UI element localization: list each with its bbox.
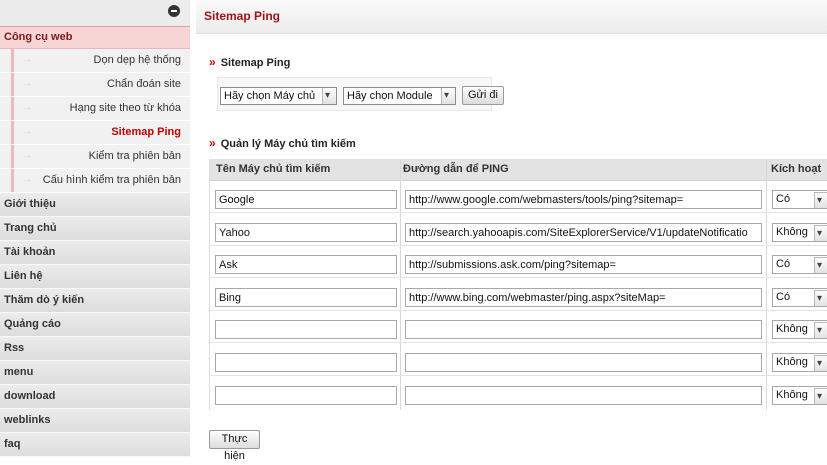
engine-active-select[interactable]: Có	[772, 288, 827, 307]
sidebar-item-weblinks[interactable]: weblinks	[0, 409, 190, 433]
row-divider	[210, 245, 827, 246]
sidebar-item-menu[interactable]: menu	[0, 361, 190, 385]
row-divider	[210, 375, 827, 376]
sidebar-item-site-diagnosis[interactable]: → Chẩn đoán site	[0, 73, 190, 97]
arrow-right-icon: →	[22, 174, 32, 185]
collapse-icon[interactable]	[168, 5, 180, 17]
chevron-down-icon	[814, 388, 827, 404]
sidebar-item-contact[interactable]: Liên hệ	[0, 265, 190, 289]
row-divider	[210, 342, 827, 343]
chevron-down-icon	[322, 88, 336, 104]
search-engine-table: Tên Máy chủ tìm kiếm Đường dẫn để PING K…	[209, 159, 827, 410]
double-arrow-icon: »	[209, 55, 216, 69]
column-header-name: Tên Máy chủ tìm kiếm	[216, 163, 331, 175]
double-arrow-icon: »	[209, 136, 216, 150]
engine-url-input[interactable]	[405, 353, 762, 372]
execute-button[interactable]: Thực hiện	[209, 430, 260, 462]
sidebar-item-faq[interactable]: faq	[0, 433, 190, 457]
sidebar-item-keyword-rank[interactable]: → Hạng site theo từ khóa	[0, 97, 190, 121]
engine-name-input[interactable]	[215, 320, 397, 339]
arrow-right-icon: →	[22, 150, 32, 161]
sidebar-item-indicator	[11, 145, 14, 168]
sidebar-item-sitemap-ping[interactable]: → Sitemap Ping	[0, 121, 190, 145]
engine-active-select[interactable]: Không	[772, 386, 827, 405]
chevron-down-icon	[441, 88, 455, 104]
row-divider	[210, 310, 827, 311]
engine-name-input[interactable]	[215, 288, 397, 307]
engine-url-input[interactable]	[405, 386, 762, 405]
chevron-down-icon	[814, 225, 827, 241]
sidebar-item-label: Kiểm tra phiên bản	[88, 150, 181, 162]
sidebar-item-version-check[interactable]: → Kiểm tra phiên bản	[0, 145, 190, 169]
engine-name-input[interactable]	[215, 190, 397, 209]
engine-active-select[interactable]: Có	[772, 190, 827, 209]
sidebar-item-download[interactable]: download	[0, 385, 190, 409]
column-divider	[766, 159, 767, 410]
chevron-down-icon	[814, 322, 827, 338]
sidebar-item-rss[interactable]: Rss	[0, 337, 190, 361]
column-header-url: Đường dẫn để PING	[403, 163, 509, 175]
sidebar-item-home[interactable]: Trang chủ	[0, 217, 190, 241]
arrow-right-icon: →	[22, 102, 32, 113]
engine-url-input[interactable]	[405, 320, 762, 339]
column-header-active: Kích hoạt	[771, 163, 822, 175]
sidebar-header-web-tools[interactable]: Công cụ web	[0, 26, 190, 49]
sidebar-item-poll[interactable]: Thăm dò ý kiến	[0, 289, 190, 313]
sidebar-item-ads[interactable]: Quảng cáo	[0, 313, 190, 337]
sidebar-item-label: Cấu hình kiểm tra phiên bản	[42, 174, 181, 186]
engine-name-input[interactable]	[215, 255, 397, 274]
ping-section-title: » Sitemap Ping	[209, 55, 291, 69]
engine-url-input[interactable]	[405, 223, 762, 242]
sidebar-item-label: Chẩn đoán site	[107, 78, 181, 90]
arrow-right-icon: →	[22, 78, 32, 89]
engine-url-input[interactable]	[405, 288, 762, 307]
main-content: Sitemap Ping » Sitemap Ping Hãy chọn Máy …	[196, 0, 827, 462]
engine-active-select[interactable]: Không	[772, 223, 827, 242]
sidebar-item-label: Dọn dẹp hệ thống	[93, 54, 181, 66]
table-header: Tên Máy chủ tìm kiếm Đường dẫn để PING K…	[210, 159, 827, 181]
chevron-down-icon	[814, 257, 827, 273]
ping-form: Hãy chọn Máy chủ Hãy chọn Module Gửi đi	[217, 77, 504, 111]
manage-section-title: » Quản lý Máy chủ tìm kiếm	[209, 136, 356, 150]
engine-active-select[interactable]: Không	[772, 353, 827, 372]
sidebar-item-version-config[interactable]: → Cấu hình kiểm tra phiên bản	[0, 169, 190, 193]
sidebar-item-account[interactable]: Tài khoản	[0, 241, 190, 265]
engine-name-input[interactable]	[215, 386, 397, 405]
sidebar-item-about[interactable]: Giới thiệu	[0, 193, 190, 217]
sidebar-item-label: Hạng site theo từ khóa	[69, 102, 181, 114]
engine-url-input[interactable]	[405, 190, 762, 209]
sidebar-item-indicator	[11, 169, 14, 192]
chevron-down-icon	[814, 355, 827, 371]
engine-name-input[interactable]	[215, 353, 397, 372]
send-button[interactable]: Gửi đi	[462, 86, 504, 105]
engine-name-input[interactable]	[215, 223, 397, 242]
sidebar-item-system-cleanup[interactable]: → Dọn dẹp hệ thống	[0, 49, 190, 73]
row-divider	[210, 277, 827, 278]
module-select[interactable]: Hãy chọn Module	[343, 87, 456, 105]
engine-url-input[interactable]	[405, 255, 762, 274]
sidebar-item-label: Sitemap Ping	[111, 126, 181, 138]
engine-active-select[interactable]: Không	[772, 320, 827, 339]
engine-active-select[interactable]: Có	[772, 255, 827, 274]
sidebar-item-indicator	[11, 49, 14, 72]
arrow-right-icon: →	[22, 126, 32, 137]
arrow-right-icon: →	[22, 54, 32, 65]
row-divider	[210, 212, 827, 213]
column-divider	[400, 159, 401, 410]
sidebar-top	[0, 0, 190, 26]
sidebar-item-indicator	[11, 97, 14, 120]
sidebar: Công cụ web → Dọn dẹp hệ thống → Chẩn đo…	[0, 0, 190, 457]
sidebar-item-indicator	[11, 73, 14, 96]
chevron-down-icon	[814, 192, 827, 208]
chevron-down-icon	[814, 290, 827, 306]
server-select[interactable]: Hãy chọn Máy chủ	[220, 87, 337, 105]
page-title: Sitemap Ping	[196, 0, 827, 34]
sidebar-item-indicator	[11, 121, 14, 144]
